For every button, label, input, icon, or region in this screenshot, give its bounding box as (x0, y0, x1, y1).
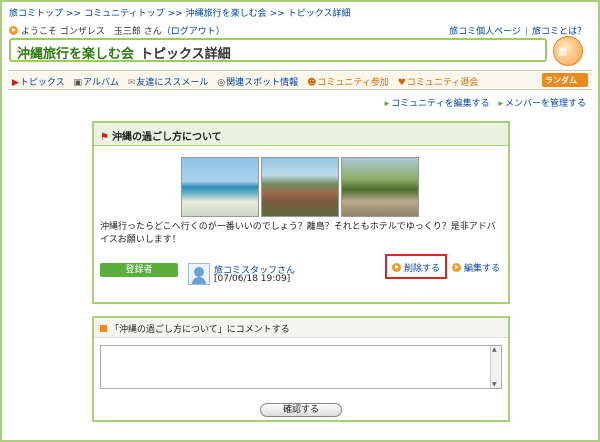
scroll-down-icon[interactable]: ▼ (492, 381, 497, 388)
registrant-label: 登録者 (100, 263, 178, 277)
avatar (188, 263, 210, 285)
breadcrumb: 旅コミトップ >> コミュニティトップ >> 沖縄旅行を楽しむ会 >> トピックス詳細 (9, 6, 351, 19)
edit-community-label: コミュニティを編集する (391, 99, 490, 109)
square-bullet-icon (100, 325, 107, 332)
manage-members-link[interactable]: ▸ メンバーを管理する (498, 99, 586, 109)
edit-label: 編集する (464, 264, 501, 274)
breadcrumb-link-community-top[interactable]: コミュニティトップ (84, 9, 164, 19)
people-icon: ☻ (307, 78, 317, 88)
arrow-icon: ▸ (498, 99, 503, 109)
confirm-button[interactable]: 確認する (260, 403, 342, 417)
topic-message: 沖縄行ったらどこへ行くのが一番いいのでしょう？離島？それともホテルでゆっくり？是… (100, 222, 496, 245)
arrow-bullet-icon (9, 26, 18, 35)
topic-photo-beach[interactable] (181, 157, 259, 217)
topic-title: 沖縄の過ごし方について (111, 132, 222, 143)
site-logo[interactable]: 旅 (553, 36, 583, 66)
welcome-message: ようこそ ゴンザレス 玉三郎 さん（ログアウト） (9, 24, 225, 37)
random-button[interactable]: ランダム (542, 73, 588, 87)
topic-panel: ⚑ 沖縄の過ごし方について 沖縄行ったらどこへ行くのが一番いいのでしょう？離島？そ… (92, 121, 510, 304)
nav-album[interactable]: ▣アルバム (74, 78, 119, 88)
comment-panel: 「沖縄の過ごし方について」にコメントする ▲ ▼ 確認する (92, 316, 510, 422)
page-subtitle: トピックス詳細 (140, 47, 231, 62)
community-admin-links: ▸ コミュニティを編集する ▸ メンバーを管理する (385, 96, 586, 109)
comment-textarea[interactable] (100, 345, 502, 389)
nav-recommend-mail[interactable]: ✉友達にススメール (128, 78, 209, 88)
logout-link[interactable]: （ログアウト） (162, 27, 225, 37)
community-nav: ▶トピックス ▣アルバム ✉友達にススメール ◎関連スポット情報 ☻コミュニティ… (8, 70, 592, 90)
nav-related-spots-label: 関連スポット情報 (226, 78, 299, 88)
community-name: 沖縄旅行を楽しむ会 (17, 47, 135, 62)
nav-topics[interactable]: ▶トピックス (12, 78, 65, 88)
breadcrumb-link-top[interactable]: 旅コミトップ (9, 9, 63, 19)
top-links: 旅コミ個人ページ | 旅コミとは？ (449, 24, 586, 37)
edit-community-link[interactable]: ▸ コミュニティを編集する (385, 99, 490, 109)
topic-photo-road[interactable] (341, 157, 419, 217)
nav-recommend-mail-label: 友達にススメール (136, 78, 209, 88)
nav-topics-label: トピックス (19, 78, 65, 88)
breadcrumb-sep: >> (66, 9, 82, 19)
comment-heading: 「沖縄の過ごし方について」にコメントする (110, 325, 290, 335)
flag-icon: ▶ (12, 78, 19, 88)
heart-icon: ♥ (397, 78, 406, 88)
nav-leave-community-label: コミュニティ退会 (406, 78, 479, 88)
arrow-icon: ▸ (384, 99, 390, 109)
compass-icon: ◎ (217, 78, 226, 88)
topic-header: ⚑ 沖縄の過ごし方について (94, 123, 508, 146)
page-title: 沖縄旅行を楽しむ会 トピックス詳細 (17, 43, 231, 62)
textarea-scrollbar[interactable]: ▲ ▼ (490, 346, 500, 388)
delete-label: 削除する (404, 264, 441, 274)
personal-page-link[interactable]: 旅コミ個人ページ (449, 27, 521, 37)
breadcrumb-link-current[interactable]: トピックス詳細 (288, 9, 351, 19)
welcome-text: ようこそ ゴンザレス 玉三郎 さん (21, 27, 162, 37)
arrow-bullet-icon (392, 263, 401, 272)
flag-icon: ⚑ (100, 132, 109, 143)
logo-text: 旅 (558, 48, 568, 58)
about-link[interactable]: 旅コミとは？ (532, 27, 586, 37)
nav-join-community[interactable]: ☻コミュニティ参加 (307, 78, 389, 88)
breadcrumb-link-community[interactable]: 沖縄旅行を楽しむ会 (186, 9, 267, 19)
comment-header: 「沖縄の過ごし方について」にコメントする (94, 318, 508, 338)
mail-icon: ✉ (127, 78, 136, 88)
edit-link[interactable]: 編集する (452, 261, 500, 274)
camera-icon: ▣ (73, 78, 83, 88)
page-title-box: 沖縄旅行を楽しむ会 トピックス詳細 (9, 38, 547, 62)
post-date: [07/06/18 19:09] (214, 274, 291, 284)
top-links-divider: | (524, 27, 528, 37)
manage-members-label: メンバーを管理する (504, 99, 586, 109)
delete-link[interactable]: 削除する (392, 261, 440, 274)
nav-related-spots[interactable]: ◎関連スポット情報 (217, 78, 298, 88)
nav-album-label: アルバム (83, 78, 119, 88)
topic-photo-village[interactable] (261, 157, 339, 217)
nav-join-community-label: コミュニティ参加 (317, 78, 389, 88)
scroll-up-icon[interactable]: ▲ (492, 346, 497, 353)
breadcrumb-sep: >> (269, 9, 285, 19)
breadcrumb-sep: >> (167, 9, 183, 19)
nav-leave-community[interactable]: ♥コミュニティ退会 (398, 78, 479, 88)
arrow-bullet-icon (452, 263, 461, 272)
